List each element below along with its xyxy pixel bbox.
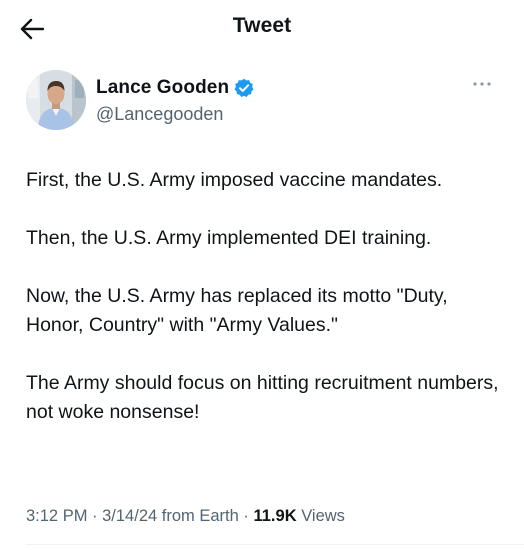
tweet-paragraph: The Army should focus on hitting recruit… [26, 372, 499, 423]
divider [26, 544, 524, 545]
meta-separator: · [87, 507, 103, 525]
tweet-text: First, the U.S. Army imposed vaccine man… [26, 166, 506, 427]
tweet-source: from Earth [161, 507, 239, 525]
tweet-time[interactable]: 3:12 PM [26, 507, 87, 525]
tweet-paragraph: Now, the U.S. Army has replaced its mott… [26, 285, 448, 336]
display-name-row: Lance Gooden [96, 76, 254, 100]
meta-separator: · [238, 507, 254, 525]
tweet-metadata: 3:12 PM · 3/14/24 from Earth · 11.9K Vie… [26, 507, 345, 526]
views-count: 11.9K [253, 507, 297, 525]
more-horizontal-icon [472, 81, 492, 87]
tweet-paragraph: Then, the U.S. Army implemented DEI trai… [26, 227, 432, 249]
top-bar: Tweet [0, 0, 524, 58]
tweet-date[interactable]: 3/14/24 [102, 507, 157, 525]
user-handle[interactable]: @Lancegooden [96, 104, 254, 125]
tweet-paragraph: First, the U.S. Army imposed vaccine man… [26, 169, 443, 191]
more-options-button[interactable] [468, 74, 496, 94]
avatar[interactable] [26, 70, 86, 130]
display-name[interactable]: Lance Gooden [96, 77, 229, 99]
author-names: Lance Gooden @Lancegooden [96, 76, 254, 125]
verified-badge-icon [234, 78, 254, 98]
views-label: Views [301, 507, 345, 525]
tweet-author: Lance Gooden @Lancegooden [26, 70, 506, 134]
profile-photo-icon [26, 70, 86, 130]
page-title: Tweet [232, 14, 292, 37]
